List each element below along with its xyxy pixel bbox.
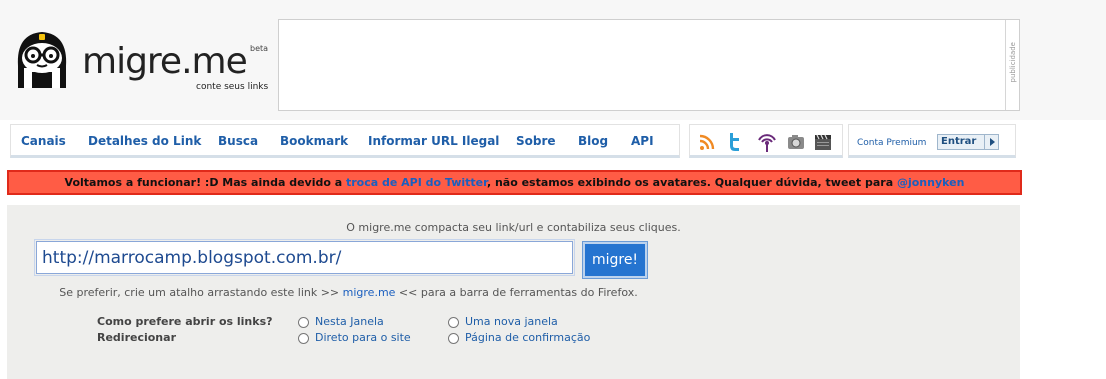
ad-banner[interactable]: publicidade bbox=[278, 19, 1020, 111]
radio-confirmacao[interactable] bbox=[448, 333, 459, 344]
alert-link-twitter-api[interactable]: troca de API do Twitter bbox=[346, 176, 487, 189]
camera-icon[interactable] bbox=[785, 131, 807, 153]
alert-text-middle: , não estamos exibindo os avatares. Qual… bbox=[486, 176, 897, 189]
arrow-right-icon bbox=[984, 135, 998, 149]
nav-bookmark[interactable]: Bookmark bbox=[280, 134, 348, 148]
alert-text-before: Voltamos a funcionar! :D Mas ainda devid… bbox=[64, 176, 346, 189]
bookmarklet-link[interactable]: migre.me bbox=[343, 286, 396, 299]
nav-blog[interactable]: Blog bbox=[578, 134, 608, 148]
podcast-icon[interactable] bbox=[756, 131, 778, 153]
alert-banner: Voltamos a funcionar! :D Mas ainda devid… bbox=[7, 170, 1022, 195]
option-nesta-janela[interactable]: Nesta Janela bbox=[315, 315, 384, 328]
entrar-label: Entrar bbox=[941, 136, 977, 147]
option-confirmacao[interactable]: Página de confirmação bbox=[465, 331, 590, 344]
premium-label: Conta Premium bbox=[857, 138, 927, 148]
main-nav: Canais Detalhes do Link Busca Bookmark I… bbox=[10, 124, 680, 158]
premium-box: Conta Premium Entrar bbox=[848, 124, 1016, 158]
shortener-panel: O migre.me compacta seu link/url e conta… bbox=[7, 205, 1020, 379]
beta-label: beta bbox=[250, 44, 269, 53]
option-nova-janela[interactable]: Uma nova janela bbox=[465, 315, 558, 328]
rss-icon[interactable] bbox=[696, 131, 718, 153]
bookmarklet-before: Se preferir, crie um atalho arrastando e… bbox=[59, 286, 343, 299]
nav-sobre[interactable]: Sobre bbox=[516, 134, 556, 148]
radio-nova-janela[interactable] bbox=[448, 317, 459, 328]
logo[interactable]: migre.me beta conte seus links bbox=[10, 26, 275, 96]
redirect-label: Redirecionar bbox=[97, 331, 176, 344]
nav-busca[interactable]: Busca bbox=[218, 134, 258, 148]
open-links-label: Como prefere abrir os links? bbox=[97, 315, 273, 328]
clapperboard-icon[interactable] bbox=[812, 131, 834, 153]
social-icon-bar bbox=[689, 124, 843, 158]
mascot-logo-icon bbox=[17, 32, 67, 88]
bookmarklet-after: << para a barra de ferramentas do Firefo… bbox=[395, 286, 638, 299]
ad-side-strip: publicidade bbox=[1005, 20, 1019, 110]
ad-label: publicidade bbox=[1009, 42, 1017, 83]
nav-api[interactable]: API bbox=[631, 134, 654, 148]
radio-direto[interactable] bbox=[298, 333, 309, 344]
nav-detalhes-do-link[interactable]: Detalhes do Link bbox=[88, 134, 201, 148]
url-input[interactable] bbox=[36, 241, 573, 274]
twitter-icon[interactable] bbox=[723, 131, 745, 153]
option-direto[interactable]: Direto para o site bbox=[315, 331, 411, 344]
nav-canais[interactable]: Canais bbox=[21, 134, 66, 148]
alert-link-jonnyken[interactable]: @jonnyken bbox=[897, 176, 964, 189]
brand-name: migre.me bbox=[82, 41, 248, 82]
entrar-button[interactable]: Entrar bbox=[937, 134, 999, 150]
nav-informar-url-ilegal[interactable]: Informar URL Ilegal bbox=[368, 134, 499, 148]
intro-text: O migre.me compacta seu link/url e conta… bbox=[346, 221, 681, 234]
brand-tagline: conte seus links bbox=[196, 82, 269, 92]
header: migre.me beta conte seus links publicida… bbox=[0, 0, 1106, 120]
migre-button[interactable]: migre! bbox=[582, 241, 648, 279]
bookmarklet-text: Se preferir, crie um atalho arrastando e… bbox=[7, 286, 690, 299]
radio-nesta-janela[interactable] bbox=[298, 317, 309, 328]
